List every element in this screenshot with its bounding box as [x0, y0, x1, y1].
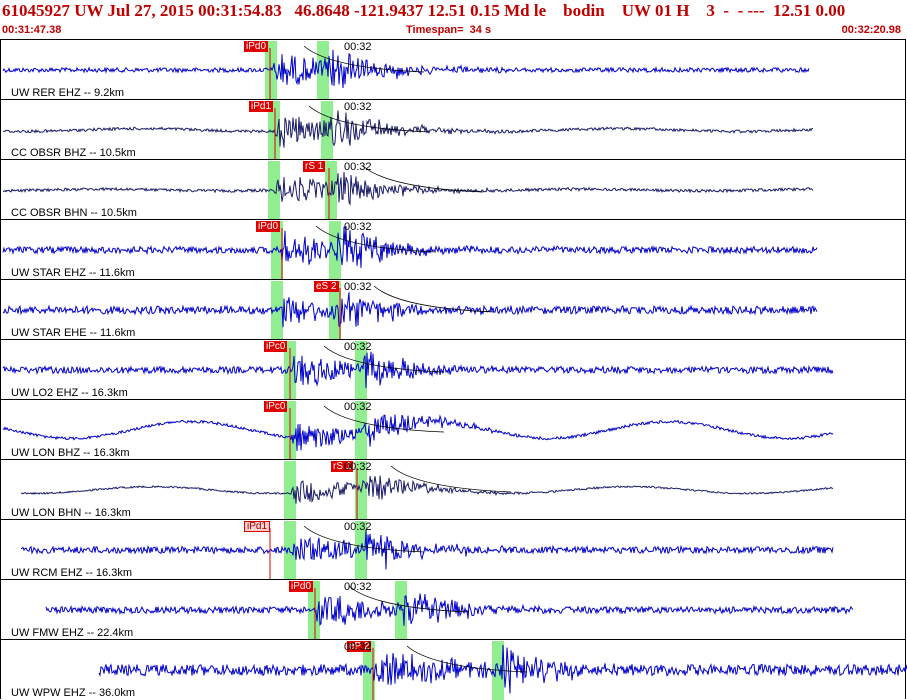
coda-curve [373, 285, 495, 313]
pick-tag[interactable]: iPd0 [289, 581, 314, 592]
start-time: 00:31:47.38 [2, 24, 62, 36]
waveform-trace [2, 171, 814, 207]
waveform-trace [45, 593, 854, 627]
pick-tag[interactable]: rS 1 [303, 161, 326, 172]
time-tick-label: 00:32 [344, 161, 372, 173]
channel-label: UW STAR EHE -- 11.6km [11, 327, 136, 339]
trace-plot[interactable] [1, 40, 907, 100]
trace-panel[interactable]: eS 2 00:32 UW STAR EHE -- 11.6km [0, 279, 907, 340]
trace-plot[interactable] [1, 580, 907, 640]
end-time: 00:32:20.98 [841, 24, 901, 36]
trace-plot[interactable] [1, 640, 907, 700]
pick-tag[interactable]: iPd0 [244, 41, 269, 52]
channel-label: UW LO2 EHZ -- 16.3km [11, 387, 128, 399]
trace-panel[interactable]: iPc0 00:32 UW LO2 EHZ -- 16.3km [0, 339, 907, 400]
coda-curve [406, 645, 528, 673]
event-title: 61045927 UW Jul 27, 2015 00:31:54.83 46.… [2, 1, 846, 20]
pick-tag[interactable]: iPd1 [244, 521, 271, 532]
waveform-trace [20, 529, 834, 570]
channel-label: UW FMW EHZ -- 22.4km [11, 627, 134, 639]
channel-label: CC OBSR BHZ -- 10.5km [11, 147, 136, 159]
channel-label: CC OBSR BHN -- 10.5km [11, 207, 137, 219]
trace-panel[interactable]: iPd0 00:32 UW STAR EHZ -- 11.6km [0, 219, 907, 280]
waveform-trace [20, 475, 834, 504]
trace-panel[interactable]: rS 1 00:32 UW LON BHN -- 16.3km [0, 459, 907, 520]
time-tick-label: 00:32 [344, 101, 372, 113]
trace-plot[interactable] [1, 520, 907, 580]
pick-tag[interactable]: iPd0 [256, 221, 281, 232]
trace-panel[interactable]: rS 1 00:32 CC OBSR BHN -- 10.5km [0, 159, 906, 220]
time-tick-label: 00:32 [344, 281, 372, 293]
channel-label: UW LON BHZ -- 16.3km [11, 447, 130, 459]
header-bar: 61045927 UW Jul 27, 2015 00:31:54.83 46.… [0, 0, 907, 40]
channel-label: UW WPW EHZ -- 36.0km [11, 687, 136, 699]
trace-panel[interactable]: iPd1 00:32 UW RCM EHZ -- 16.3km [0, 519, 907, 580]
time-tick-label: 00:32 [344, 641, 372, 653]
channel-label: UW STAR EHZ -- 11.6km [11, 267, 135, 279]
timespan-label: Timespan= 34 s [406, 24, 492, 36]
trace-plot[interactable] [1, 460, 907, 520]
trace-plot[interactable] [1, 340, 907, 400]
waveform-trace [2, 414, 834, 452]
pick-tag[interactable]: iPc0 [264, 401, 288, 412]
channel-label: UW LON BHN -- 16.3km [11, 507, 131, 519]
trace-panel[interactable]: iPd1 00:32 CC OBSR BHZ -- 10.5km [0, 99, 907, 160]
waveform-trace [2, 49, 810, 89]
trace-panel[interactable]: eP 2 00:32 UW WPW EHZ -- 36.0km [0, 639, 907, 700]
trace-panel[interactable]: iPd0 00:32 UW FMW EHZ -- 22.4km [0, 579, 907, 640]
channel-label: UW RER EHZ -- 9.2km [11, 87, 125, 99]
p-window[interactable] [284, 461, 296, 520]
channel-label: UW RCM EHZ -- 16.3km [11, 567, 132, 579]
pick-tag[interactable]: iPd1 [249, 101, 274, 112]
trace-panel[interactable]: iPc0 00:32 UW LON BHZ -- 16.3km [0, 399, 907, 460]
trace-plot[interactable] [1, 220, 907, 280]
waveform-trace [2, 292, 818, 328]
waveform-trace [2, 226, 818, 268]
time-tick-label: 00:32 [344, 581, 372, 593]
time-tick-label: 00:32 [344, 341, 372, 353]
pick-tag[interactable]: eS 2 [314, 281, 339, 292]
s-window[interactable] [329, 221, 341, 280]
waveform-trace [2, 351, 834, 389]
trace-panel[interactable]: iPd0 00:32 UW RER EHZ -- 9.2km [0, 39, 907, 100]
pick-tag[interactable]: iPc0 [264, 341, 288, 352]
time-tick-label: 00:32 [344, 41, 372, 53]
trace-plot[interactable] [1, 280, 907, 340]
trace-plot[interactable] [1, 400, 907, 460]
waveform-trace [3, 110, 813, 148]
time-tick-label: 00:32 [344, 221, 372, 233]
time-tick-label: 00:32 [344, 401, 372, 413]
waveform-panels[interactable]: iPd0 00:32 UW RER EHZ -- 9.2km iPd1 00:32 CC … [0, 39, 907, 700]
time-tick-label: 00:32 [344, 521, 372, 533]
time-tick-label: 00:32 [344, 461, 372, 473]
trace-plot[interactable] [1, 100, 907, 160]
